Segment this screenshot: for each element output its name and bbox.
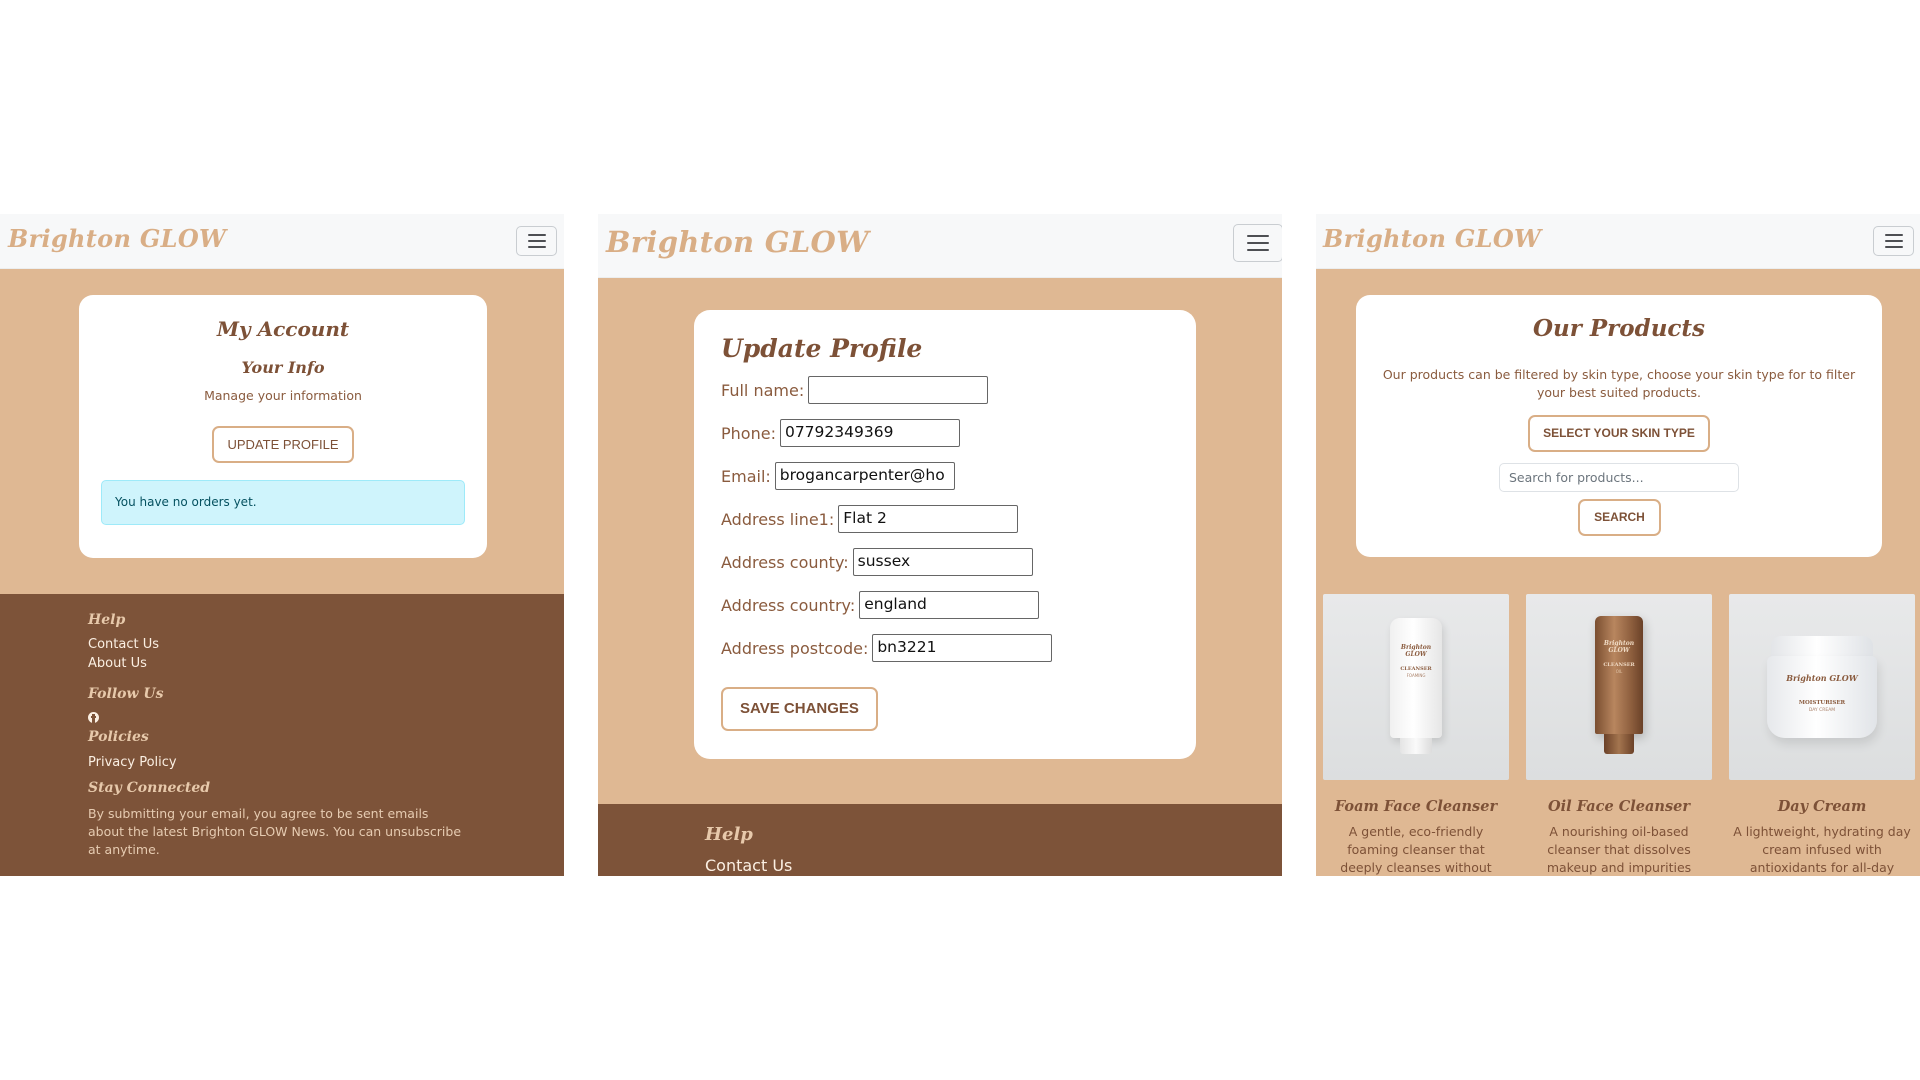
product-description: A gentle, eco-friendly foaming cleanser …	[1340, 824, 1492, 875]
page-title: Our Products	[1532, 315, 1706, 342]
update-profile-button[interactable]: UPDATE PROFILE	[212, 426, 354, 463]
product-name[interactable]: Oil Face Cleanser	[1526, 798, 1712, 815]
product-image-foam-cleanser[interactable]: Brighton GLOW CLEANSER FOAMING	[1323, 594, 1509, 780]
filter-intro-text: Our products can be filtered by skin typ…	[1382, 367, 1856, 400]
product-label-type: MOISTURISER	[1798, 700, 1846, 706]
form-row-phone: Phone: 07792349369	[721, 418, 960, 448]
full-name-label: Full name:	[721, 380, 805, 400]
brand-logo[interactable]: Brighton GLOW	[606, 225, 869, 259]
account-page-panel: Brighton GLOW My Account Your Info Manag…	[0, 214, 564, 876]
navbar: Brighton GLOW	[1316, 214, 1920, 269]
products-page-panel: Brighton GLOW Our Products Our products …	[1316, 214, 1920, 876]
navbar: Brighton GLOW	[598, 214, 1282, 278]
product-label-type: CLEANSER	[1603, 662, 1635, 668]
product-label-sub: OIL	[1615, 669, 1623, 674]
products-intro-card: Our Products Our products can be filtere…	[1356, 295, 1882, 557]
product-name[interactable]: Foam Face Cleanser	[1323, 798, 1509, 815]
menu-toggle-button[interactable]	[1233, 224, 1282, 262]
navbar: Brighton GLOW	[0, 214, 564, 269]
about-us-link[interactable]: About Us	[88, 656, 147, 671]
privacy-policy-link[interactable]: Privacy Policy	[88, 755, 177, 770]
form-row-address-country: Address country: england	[721, 590, 1040, 620]
facebook-icon[interactable]	[88, 712, 99, 723]
menu-toggle-button[interactable]	[516, 226, 557, 256]
select-skin-type-button[interactable]: SELECT YOUR SKIN TYPE	[1528, 415, 1710, 452]
product-card[interactable]: Brighton GLOW MOISTURISER DAY CREAM Day …	[1729, 594, 1915, 876]
phone-input[interactable]: 07792349369	[779, 419, 960, 447]
form-row-full-name: Full name:	[721, 375, 989, 405]
footer: Help Contact Us	[598, 804, 1282, 876]
search-button[interactable]: SEARCH	[1578, 499, 1661, 536]
full-name-input[interactable]	[808, 376, 989, 404]
footer-stay-connected-heading: Stay Connected	[88, 780, 211, 796]
address-postcode-input[interactable]: bn3221	[872, 634, 1053, 662]
address-country-label: Address country:	[721, 595, 856, 615]
product-label-sub: DAY CREAM	[1808, 708, 1836, 713]
email-label: Email:	[721, 466, 771, 486]
product-label-brand: Brighton GLOW	[1786, 673, 1858, 683]
footer-help-heading: Help	[88, 612, 126, 628]
product-image-oil-cleanser[interactable]: Brighton GLOW CLEANSER OIL	[1526, 594, 1712, 780]
hamburger-icon	[527, 234, 546, 248]
product-image-day-cream[interactable]: Brighton GLOW MOISTURISER DAY CREAM	[1729, 594, 1915, 780]
footer-follow-heading: Follow Us	[88, 686, 164, 702]
phone-label: Phone:	[721, 423, 776, 443]
page-title: My Account	[216, 317, 350, 341]
product-label-type: CLEANSER	[1400, 666, 1432, 672]
brand-logo[interactable]: Brighton GLOW	[8, 224, 226, 253]
contact-us-link[interactable]: Contact Us	[705, 856, 792, 875]
product-description: A nourishing oil-based cleanser that dis…	[1546, 824, 1692, 875]
newsletter-text: By submitting your email, you agree to b…	[88, 806, 462, 857]
product-card[interactable]: Brighton GLOW CLEANSER FOAMING Foam Face…	[1323, 594, 1509, 876]
contact-us-link[interactable]: Contact Us	[88, 637, 159, 652]
menu-toggle-button[interactable]	[1873, 226, 1914, 256]
account-card: My Account Your Info Manage your informa…	[79, 295, 487, 558]
product-description: A lightweight, hydrating day cream infus…	[1733, 824, 1911, 875]
brand-logo[interactable]: Brighton GLOW	[1323, 224, 1541, 253]
form-row-address-line1: Address line1: Flat 2	[721, 504, 1019, 534]
product-card[interactable]: Brighton GLOW CLEANSER OIL Oil Face Clea…	[1526, 594, 1712, 876]
form-row-email: Email: brogancarpenter@ho	[721, 461, 955, 491]
product-name[interactable]: Day Cream	[1729, 798, 1915, 815]
search-input[interactable]: Search for products...	[1499, 463, 1739, 492]
hamburger-icon	[1884, 234, 1903, 248]
form-row-address-postcode: Address postcode: bn3221	[721, 633, 1053, 663]
page-title: Update Profile	[721, 334, 923, 363]
info-subtitle: Manage your information	[204, 388, 362, 403]
info-heading: Your Info	[241, 358, 325, 377]
form-row-address-county: Address county: sussex	[721, 547, 1033, 577]
product-label-sub: FOAMING	[1406, 673, 1426, 678]
no-orders-alert: You have no orders yet.	[101, 480, 465, 525]
address-country-input[interactable]: england	[859, 591, 1040, 619]
save-changes-button[interactable]: SAVE CHANGES	[721, 687, 878, 731]
footer-policies-heading: Policies	[88, 729, 149, 745]
footer: Help Contact Us About Us Follow Us Polic…	[0, 594, 564, 876]
email-input[interactable]: brogancarpenter@ho	[774, 462, 955, 490]
footer-help-heading: Help	[705, 824, 753, 845]
product-label-brand: Brighton GLOW	[1400, 644, 1432, 658]
update-profile-page-panel: Brighton GLOW Update Profile Full name: …	[598, 214, 1282, 876]
address-county-input[interactable]: sussex	[852, 548, 1033, 576]
address-line1-input[interactable]: Flat 2	[838, 505, 1019, 533]
address-postcode-label: Address postcode:	[721, 638, 869, 658]
address-county-label: Address county:	[721, 552, 849, 572]
hamburger-icon	[1247, 235, 1269, 251]
address-line1-label: Address line1:	[721, 509, 835, 529]
product-label-brand: Brighton GLOW	[1603, 640, 1635, 654]
